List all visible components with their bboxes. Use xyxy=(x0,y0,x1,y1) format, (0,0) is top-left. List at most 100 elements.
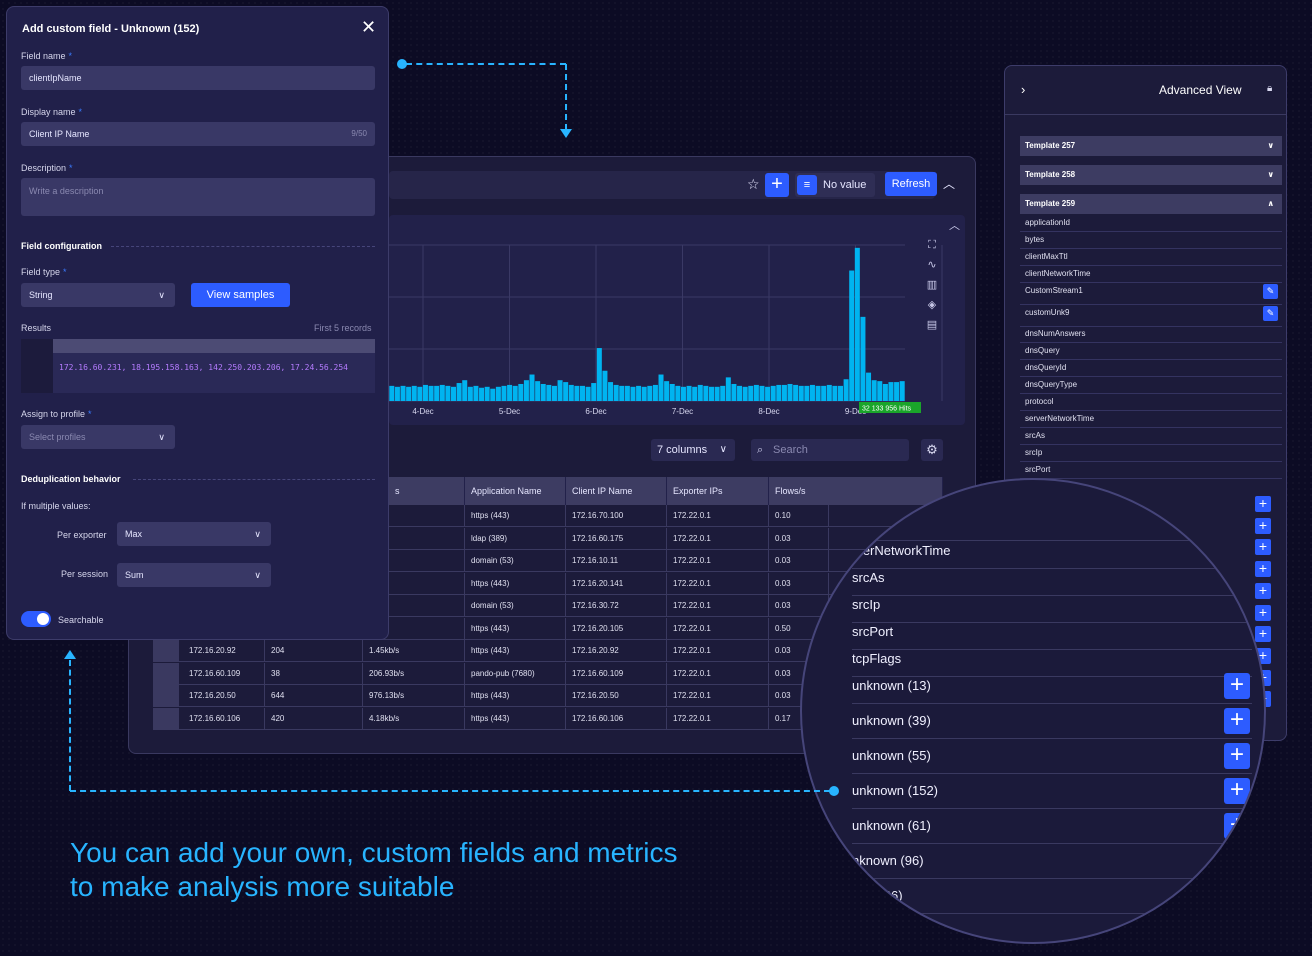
chart-bar[interactable] xyxy=(462,380,468,401)
no-value-filter[interactable]: ≡ No value xyxy=(795,173,875,197)
chart-bar[interactable] xyxy=(843,379,849,401)
table-header[interactable]: s xyxy=(389,477,465,505)
chart-bar[interactable] xyxy=(675,385,681,401)
chart-bar[interactable] xyxy=(742,386,748,401)
magnified-field-item[interactable]: unknown (13) xyxy=(852,669,1252,704)
chart-bar[interactable] xyxy=(551,385,557,401)
add-field-icon[interactable]: + xyxy=(1255,604,1271,621)
chart-bar[interactable] xyxy=(473,385,479,401)
columns-select[interactable]: 7 columns ∨ xyxy=(651,439,735,461)
magnified-field-item[interactable]: unknown (61) xyxy=(852,809,1252,844)
template-field-item[interactable]: customUnk9 ✎ xyxy=(1020,305,1282,327)
chart-bar[interactable] xyxy=(680,386,686,401)
chart-bar[interactable] xyxy=(866,372,872,401)
chart-bar[interactable] xyxy=(781,384,787,401)
chart-bar[interactable] xyxy=(608,382,614,401)
template-field-item[interactable]: CustomStream1 ✎ xyxy=(1020,283,1282,305)
chart-bar[interactable] xyxy=(484,386,490,401)
chart-bar[interactable] xyxy=(434,385,440,401)
chart-bar[interactable] xyxy=(636,385,642,401)
chart-bar[interactable] xyxy=(490,388,496,401)
chart-bar[interactable] xyxy=(759,385,765,401)
chart-bar[interactable] xyxy=(579,385,586,401)
per-exporter-select[interactable]: Max ∨ xyxy=(117,522,271,546)
document-icon[interactable]: ▤ xyxy=(925,319,939,331)
add-field-icon[interactable]: + xyxy=(1255,626,1271,643)
chart-bar[interactable] xyxy=(523,380,529,401)
per-session-select[interactable]: Sum ∨ xyxy=(117,563,271,587)
chart-bar[interactable] xyxy=(535,381,541,401)
chart-bar[interactable] xyxy=(877,381,883,401)
chart-bar[interactable] xyxy=(619,385,625,401)
chart-bar[interactable] xyxy=(613,384,619,401)
chart-bar[interactable] xyxy=(854,247,860,401)
chart-bar[interactable] xyxy=(596,348,602,401)
searchable-toggle[interactable] xyxy=(21,611,51,627)
template-field-item[interactable]: dnsNumAnswers xyxy=(1020,326,1282,343)
add-field-icon[interactable]: + xyxy=(1224,708,1250,734)
row-select[interactable] xyxy=(153,685,179,707)
chart-bar[interactable] xyxy=(591,383,597,401)
chart-bar[interactable] xyxy=(860,316,866,401)
chart-bar[interactable] xyxy=(456,383,462,401)
chart-bar[interactable] xyxy=(557,380,563,401)
chart-bar[interactable] xyxy=(776,384,782,401)
chart-bar[interactable] xyxy=(630,386,636,401)
bar-chart-icon[interactable]: ▥ xyxy=(925,279,939,291)
chart-bar[interactable] xyxy=(815,385,821,401)
chart-bar[interactable] xyxy=(507,384,513,401)
chart-bar[interactable] xyxy=(602,370,608,401)
layers-icon[interactable]: ◈ xyxy=(925,299,939,311)
refresh-button[interactable]: Refresh xyxy=(885,172,937,196)
chart-bar[interactable] xyxy=(641,386,647,401)
edit-icon[interactable]: ✎ xyxy=(1263,306,1278,321)
lock-icon[interactable]: 🔒︎ xyxy=(1267,83,1272,94)
chart-bar[interactable] xyxy=(389,385,395,401)
field-name-input[interactable]: clientIpName xyxy=(21,66,375,90)
chart-bar[interactable] xyxy=(793,384,799,401)
template-field-item[interactable]: dnsQueryId xyxy=(1020,360,1282,377)
chart-bar[interactable] xyxy=(737,385,743,401)
template-field-item[interactable]: applicationId xyxy=(1020,215,1282,232)
chart-bar[interactable] xyxy=(428,385,434,401)
template-field-item[interactable]: protocol xyxy=(1020,394,1282,411)
chart-bar[interactable] xyxy=(652,384,658,401)
chart-bar[interactable] xyxy=(725,377,731,401)
pulse-icon[interactable]: ∿ xyxy=(925,259,939,271)
chart-bar[interactable] xyxy=(546,384,552,401)
chart-bar[interactable] xyxy=(664,381,670,401)
row-select[interactable] xyxy=(153,640,179,662)
chart-collapse-icon[interactable]: ︿ xyxy=(949,217,960,233)
chart-bar[interactable] xyxy=(422,384,428,401)
chart-bar[interactable] xyxy=(809,384,815,401)
magnified-field-item[interactable]: wn (136) xyxy=(852,879,1252,914)
table-header[interactable]: Exporter IPs xyxy=(667,477,769,505)
chart-bar[interactable] xyxy=(512,385,518,401)
chart-bar[interactable] xyxy=(501,385,507,401)
field-type-select[interactable]: String ∨ xyxy=(21,283,175,307)
add-field-icon[interactable]: + xyxy=(1224,743,1250,769)
template-field-item[interactable]: clientMaxTtl xyxy=(1020,249,1282,266)
chart-bar[interactable] xyxy=(658,374,664,401)
add-field-icon[interactable]: + xyxy=(1255,561,1271,578)
chart-bar[interactable] xyxy=(882,383,888,401)
chart-bar[interactable] xyxy=(686,385,692,401)
chart-bar[interactable] xyxy=(568,384,574,401)
template-258[interactable]: Template 258 ∨ xyxy=(1020,165,1282,185)
chart-bar[interactable] xyxy=(888,382,894,401)
chart-bar[interactable] xyxy=(540,383,546,401)
gear-icon[interactable]: ⚙ xyxy=(921,439,943,461)
template-field-item[interactable]: dnsQueryType xyxy=(1020,377,1282,394)
chart-bar[interactable] xyxy=(765,386,771,401)
chart-bar[interactable] xyxy=(798,385,804,401)
chart-bar[interactable] xyxy=(821,385,827,401)
chart-bar[interactable] xyxy=(692,386,698,401)
add-field-icon[interactable]: + xyxy=(1224,778,1250,804)
chart-bar[interactable] xyxy=(529,374,535,401)
magnified-field-item[interactable]: unknown (39) xyxy=(852,704,1252,739)
chart-bar[interactable] xyxy=(417,386,423,401)
add-field-icon[interactable]: + xyxy=(1255,496,1271,512)
chart-bar[interactable] xyxy=(669,383,675,401)
add-field-icon[interactable]: + xyxy=(1255,582,1271,599)
add-field-icon[interactable]: + xyxy=(1255,539,1271,556)
